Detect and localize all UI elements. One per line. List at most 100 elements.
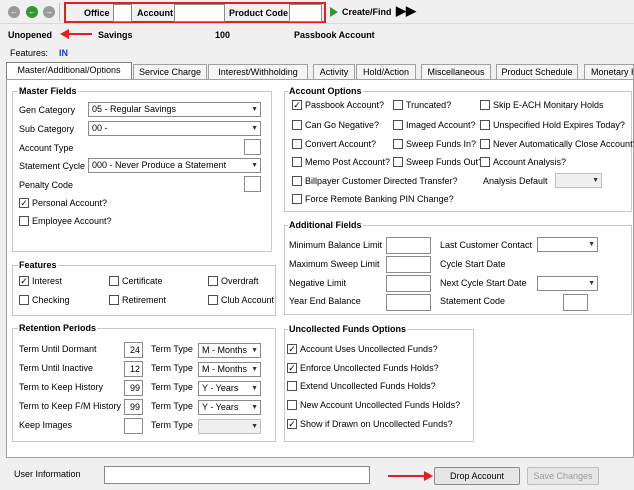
drop-account-button[interactable]: Drop Account (434, 467, 520, 485)
chevron-down-icon[interactable]: ▼ (592, 174, 599, 187)
product-name-text: Passbook Account (294, 30, 375, 40)
statement-cycle-select[interactable]: 000 - Never Produce a Statement ▼ (88, 158, 261, 173)
tab-interest-withholding[interactable]: Interest/Withholding (208, 64, 308, 79)
memo-post-checkbox[interactable] (292, 157, 302, 167)
office-input[interactable] (113, 4, 132, 22)
back-icon[interactable]: ← (8, 6, 20, 18)
interest-checkbox[interactable]: ✓ (19, 276, 29, 286)
minimum-balance-input[interactable] (386, 237, 431, 254)
memo-post-label: Memo Post Account? (305, 157, 391, 167)
negative-limit-input[interactable] (386, 275, 431, 292)
chevron-down-icon[interactable]: ▼ (251, 103, 258, 116)
chevron-down-icon[interactable]: ▼ (588, 277, 595, 290)
imaged-account-checkbox[interactable] (393, 120, 403, 130)
truncated-checkbox[interactable] (393, 100, 403, 110)
product-code-input[interactable] (289, 4, 322, 22)
tab-product-schedule[interactable]: Product Schedule (496, 64, 578, 79)
sub-category-select[interactable]: 00 - ▼ (88, 121, 261, 136)
account-type-input[interactable] (244, 139, 261, 155)
retirement-checkbox[interactable] (109, 295, 119, 305)
chevron-down-icon[interactable]: ▼ (251, 122, 258, 135)
save-changes-button[interactable]: Save Changes (527, 467, 599, 485)
employee-account-label: Employee Account? (32, 216, 112, 226)
convert-account-checkbox[interactable] (292, 139, 302, 149)
enforce-uncollected-label: Enforce Uncollected Funds Holds? (300, 363, 439, 373)
enforce-uncollected-checkbox[interactable]: ✓ (287, 363, 297, 373)
can-go-negative-checkbox[interactable] (292, 120, 302, 130)
certificate-label: Certificate (122, 276, 163, 286)
inactive-term-type-select[interactable]: M - Months ▼ (198, 362, 261, 377)
extend-uncollected-checkbox[interactable] (287, 381, 297, 391)
features-value: IN (59, 48, 68, 58)
chevron-down-icon[interactable]: ▼ (251, 159, 258, 172)
user-information-input[interactable] (104, 466, 370, 484)
show-drawn-uncollected-label: Show if Drawn on Uncollected Funds? (300, 419, 453, 429)
year-end-balance-input[interactable] (386, 294, 431, 311)
forward-arrow-icon[interactable]: → (43, 6, 55, 18)
certificate-checkbox[interactable] (109, 276, 119, 286)
chevron-down-icon[interactable]: ▼ (251, 344, 258, 357)
tab-service-charge[interactable]: Service Charge (133, 64, 207, 79)
billpayer-checkbox[interactable] (292, 176, 302, 186)
passbook-account-checkbox[interactable]: ✓ (292, 100, 302, 110)
minimum-balance-label: Minimum Balance Limit (289, 240, 383, 250)
new-account-uncollected-checkbox[interactable] (287, 400, 297, 410)
employee-account-checkbox[interactable] (19, 216, 29, 226)
overdraft-checkbox[interactable] (208, 276, 218, 286)
create-find-icon[interactable] (330, 7, 338, 17)
tab-master-additional-options[interactable]: Master/Additional/Options (6, 62, 132, 80)
back-arrow-icon[interactable]: ← (26, 6, 38, 18)
create-find-button[interactable]: Create/Find (342, 7, 392, 17)
force-pin-change-checkbox[interactable] (292, 194, 302, 204)
images-term-type-select[interactable]: ▼ (198, 419, 261, 434)
club-account-label: Club Account (221, 295, 275, 305)
account-input[interactable] (174, 4, 225, 22)
chevron-down-icon[interactable]: ▼ (251, 363, 258, 376)
penalty-code-input[interactable] (244, 176, 261, 192)
account-options-title: Account Options (288, 86, 363, 96)
never-close-checkbox[interactable] (480, 139, 490, 149)
checking-checkbox[interactable] (19, 295, 29, 305)
unspecified-hold-label: Unspecified Hold Expires Today? (493, 120, 625, 130)
tab-activity[interactable]: Activity (313, 64, 355, 79)
imaged-account-label: Imaged Account? (406, 120, 476, 130)
overdraft-label: Overdraft (221, 276, 259, 286)
show-drawn-uncollected-checkbox[interactable]: ✓ (287, 419, 297, 429)
unspecified-hold-checkbox[interactable] (480, 120, 490, 130)
skip-ach-checkbox[interactable] (480, 100, 490, 110)
term-type-label: Term Type (151, 382, 193, 392)
sweep-funds-out-checkbox[interactable] (393, 157, 403, 167)
term-until-inactive-input[interactable]: 12 (124, 361, 143, 377)
chevron-down-icon[interactable]: ▼ (588, 238, 595, 251)
uses-uncollected-checkbox[interactable]: ✓ (287, 344, 297, 354)
status-arrow-line (68, 33, 92, 35)
statement-code-input[interactable] (563, 294, 588, 311)
interest-label: Interest (32, 276, 63, 286)
term-keep-history-input[interactable]: 99 (124, 380, 143, 396)
club-account-checkbox[interactable] (208, 295, 218, 305)
chevron-down-icon[interactable]: ▼ (251, 420, 258, 433)
maximum-sweep-input[interactable] (386, 256, 431, 273)
term-keep-fm-history-input[interactable]: 99 (124, 399, 143, 415)
tab-monetary-history[interactable]: Monetary H (584, 64, 634, 79)
fm-history-term-type-select[interactable]: Y - Years ▼ (198, 400, 261, 415)
analysis-default-select[interactable]: ▼ (555, 173, 602, 188)
chevron-down-icon[interactable]: ▼ (251, 382, 258, 395)
next-record-icon[interactable]: ▶▶ (396, 3, 416, 19)
gen-category-select[interactable]: 05 - Regular Savings ▼ (88, 102, 261, 117)
last-contact-select[interactable]: ▼ (537, 237, 598, 252)
year-end-balance-label: Year End Balance (289, 296, 361, 306)
dormant-term-type-select[interactable]: M - Months ▼ (198, 343, 261, 358)
history-term-type-select[interactable]: Y - Years ▼ (198, 381, 261, 396)
account-type-label: Account Type (19, 143, 74, 153)
chevron-down-icon[interactable]: ▼ (251, 401, 258, 414)
term-until-dormant-input[interactable]: 24 (124, 342, 143, 358)
tab-hold-action[interactable]: Hold/Action (356, 64, 416, 79)
tab-miscellaneous[interactable]: Miscellaneous (421, 64, 491, 79)
sweep-funds-in-checkbox[interactable] (393, 139, 403, 149)
next-cycle-select[interactable]: ▼ (537, 276, 598, 291)
account-analysis-checkbox[interactable] (480, 157, 490, 167)
keep-images-input[interactable] (124, 418, 143, 434)
personal-account-checkbox[interactable]: ✓ (19, 198, 29, 208)
new-account-uncollected-label: New Account Uncollected Funds Holds? (300, 400, 461, 410)
